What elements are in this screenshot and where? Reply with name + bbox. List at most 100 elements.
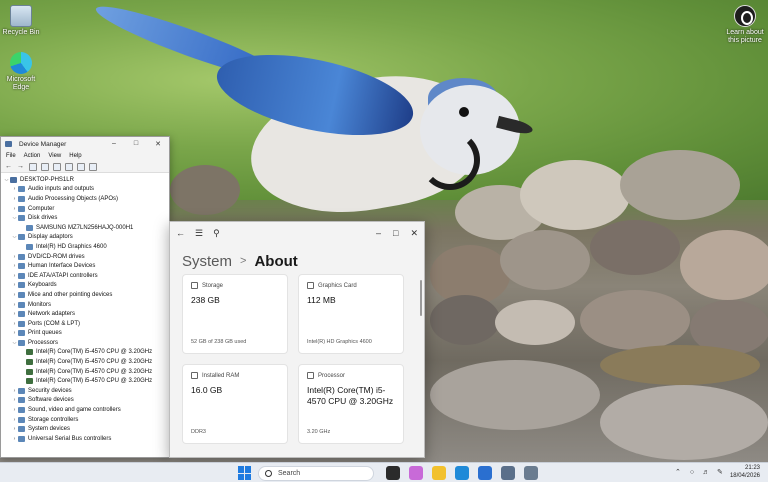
- taskbar-app-task-view-icon[interactable]: [386, 466, 400, 480]
- close-button[interactable]: ✕: [147, 140, 169, 148]
- list-view-icon[interactable]: [41, 162, 49, 171]
- taskbar-app-edge-icon[interactable]: [455, 466, 469, 480]
- menu-view[interactable]: View: [48, 153, 61, 159]
- refresh-icon[interactable]: [77, 162, 85, 171]
- taskbar-app-device-manager-icon[interactable]: [524, 466, 538, 480]
- chevron-right-icon[interactable]: ›: [11, 426, 18, 432]
- menu-action[interactable]: Action: [24, 153, 41, 159]
- hamburger-menu-icon[interactable]: ☰: [195, 228, 203, 239]
- forward-arrow-icon[interactable]: →: [17, 163, 25, 171]
- processor-card[interactable]: Processor Intel(R) Core(TM) i5-4570 CPU …: [298, 364, 404, 444]
- tree-device-item[interactable]: SAMSUNG MZ7LN256HAJQ-000H1: [3, 223, 169, 233]
- chevron-right-icon[interactable]: ›: [11, 263, 18, 269]
- chevron-right-icon[interactable]: ›: [11, 397, 18, 403]
- chevron-right-icon[interactable]: ›: [11, 436, 18, 442]
- chevron-right-icon[interactable]: ›: [11, 292, 18, 298]
- tree-category-item[interactable]: › Universal Serial Bus controllers: [3, 434, 169, 444]
- tree-device-item[interactable]: Intel(R) Core(TM) i5-4570 CPU @ 3.20GHz: [3, 348, 169, 358]
- chevron-right-icon[interactable]: ›: [11, 417, 18, 423]
- tree-device-item[interactable]: Intel(R) HD Graphics 4600: [3, 242, 169, 252]
- minimize-button[interactable]: –: [376, 228, 381, 239]
- tree-device-item[interactable]: Intel(R) Core(TM) i5-4570 CPU @ 3.20GHz: [3, 376, 169, 386]
- network-icon[interactable]: ○: [688, 469, 696, 477]
- chevron-right-icon[interactable]: ›: [11, 407, 18, 413]
- back-arrow-icon[interactable]: ←: [5, 163, 13, 171]
- chevron-down-icon[interactable]: ⌵: [11, 234, 18, 240]
- tree-category-item[interactable]: › DVD/CD-ROM drives: [3, 252, 169, 262]
- bird-eye: [459, 107, 469, 117]
- desktop-icon-edge[interactable]: Microsoft Edge: [0, 52, 42, 92]
- help-icon[interactable]: [53, 162, 61, 171]
- chevron-right-icon[interactable]: ›: [11, 330, 18, 336]
- taskbar-search[interactable]: Search: [258, 465, 374, 481]
- chevron-right-icon[interactable]: ›: [11, 321, 18, 327]
- back-arrow-icon[interactable]: ←: [176, 228, 185, 238]
- pen-icon[interactable]: ✎: [716, 469, 724, 477]
- tree-category-item[interactable]: › Monitors: [3, 300, 169, 310]
- chevron-right-icon[interactable]: ›: [11, 388, 18, 394]
- tree-category-item[interactable]: ⌵ Processors: [3, 338, 169, 348]
- breadcrumb-system[interactable]: System: [182, 253, 232, 270]
- chevron-down-icon[interactable]: ⌵: [11, 215, 18, 221]
- maximize-button[interactable]: □: [125, 140, 147, 148]
- tree-category-item[interactable]: ⌵ Display adaptors: [3, 233, 169, 243]
- chevron-right-icon[interactable]: ›: [11, 196, 18, 202]
- chevron-right-icon[interactable]: ›: [11, 282, 18, 288]
- tree-root-item[interactable]: ⌵ DESKTOP-PHS1LR: [3, 175, 169, 185]
- ram-card[interactable]: Installed RAM 16.0 GB DDR3: [182, 364, 288, 444]
- taskbar-app-store-icon[interactable]: [478, 466, 492, 480]
- tree-category-item[interactable]: › Print queues: [3, 329, 169, 339]
- taskbar-app-copilot-icon[interactable]: [409, 466, 423, 480]
- tree-category-item[interactable]: › Computer: [3, 204, 169, 214]
- graphics-card-card[interactable]: Graphics Card 112 MB Intel(R) HD Graphic…: [298, 274, 404, 354]
- desktop-icon-recycle-bin[interactable]: Recycle Bin: [0, 5, 42, 37]
- menu-file[interactable]: File: [6, 153, 16, 159]
- menu-help[interactable]: Help: [69, 153, 81, 159]
- tree-category-item[interactable]: › System devices: [3, 424, 169, 434]
- tree-category-item[interactable]: › Network adapters: [3, 309, 169, 319]
- chevron-right-icon[interactable]: ›: [11, 206, 18, 212]
- desktop-icon-learn-about-picture[interactable]: Learn about this picture: [722, 5, 768, 45]
- tree-category-item[interactable]: › Storage controllers: [3, 415, 169, 425]
- scrollbar[interactable]: [420, 280, 422, 316]
- tree-category-item[interactable]: › Audio inputs and outputs: [3, 185, 169, 195]
- volume-icon[interactable]: ♬: [702, 469, 710, 477]
- settings-titlebar[interactable]: ← ☰ ⚲ – □ ✕: [170, 222, 424, 244]
- chevron-right-icon[interactable]: ›: [11, 311, 18, 317]
- tree-category-item[interactable]: › IDE ATA/ATAPI controllers: [3, 271, 169, 281]
- chevron-down-icon[interactable]: ⌵: [11, 340, 18, 346]
- tree-device-item[interactable]: Intel(R) Core(TM) i5-4570 CPU @ 3.20GHz: [3, 357, 169, 367]
- taskbar-app-file-explorer-icon[interactable]: [432, 466, 446, 480]
- chevron-right-icon[interactable]: ›: [11, 186, 18, 192]
- properties-icon[interactable]: [29, 162, 37, 171]
- taskbar-center: Search: [238, 465, 538, 481]
- chevron-right-icon[interactable]: ›: [11, 254, 18, 260]
- tree-category-item[interactable]: › Ports (COM & LPT): [3, 319, 169, 329]
- chevron-down-icon[interactable]: ⌵: [3, 177, 10, 183]
- tree-category-item[interactable]: › Human Interface Devices: [3, 261, 169, 271]
- chevron-right-icon[interactable]: ›: [11, 302, 18, 308]
- search-icon[interactable]: ⚲: [213, 228, 220, 239]
- start-button[interactable]: [238, 466, 252, 480]
- minimize-button[interactable]: –: [103, 140, 125, 148]
- search-placeholder: Search: [278, 469, 301, 477]
- chevron-right-icon[interactable]: ›: [11, 273, 18, 279]
- tree-category-item[interactable]: › Keyboards: [3, 281, 169, 291]
- taskbar-app-settings-icon[interactable]: [501, 466, 515, 480]
- device-manager-titlebar[interactable]: Device Manager – □ ✕: [1, 137, 169, 151]
- clock[interactable]: 21:23 18/04/2026: [730, 465, 760, 480]
- tree-category-item[interactable]: › Security devices: [3, 386, 169, 396]
- maximize-button[interactable]: □: [393, 228, 398, 239]
- tree-category-item[interactable]: › Audio Processing Objects (APOs): [3, 194, 169, 204]
- detail-view-icon[interactable]: [65, 162, 73, 171]
- monitor-icon[interactable]: [89, 162, 97, 171]
- close-button[interactable]: ✕: [410, 228, 418, 239]
- storage-card[interactable]: Storage 238 GB 52 GB of 238 GB used: [182, 274, 288, 354]
- tree-category-item[interactable]: › Mice and other pointing devices: [3, 290, 169, 300]
- device-icon: [18, 186, 25, 193]
- tree-device-item[interactable]: Intel(R) Core(TM) i5-4570 CPU @ 3.20GHz: [3, 367, 169, 377]
- tree-category-item[interactable]: › Sound, video and game controllers: [3, 405, 169, 415]
- chevron-up-icon[interactable]: ⌃: [674, 469, 682, 477]
- tree-category-item[interactable]: ⌵ Disk drives: [3, 213, 169, 223]
- tree-category-item[interactable]: › Software devices: [3, 396, 169, 406]
